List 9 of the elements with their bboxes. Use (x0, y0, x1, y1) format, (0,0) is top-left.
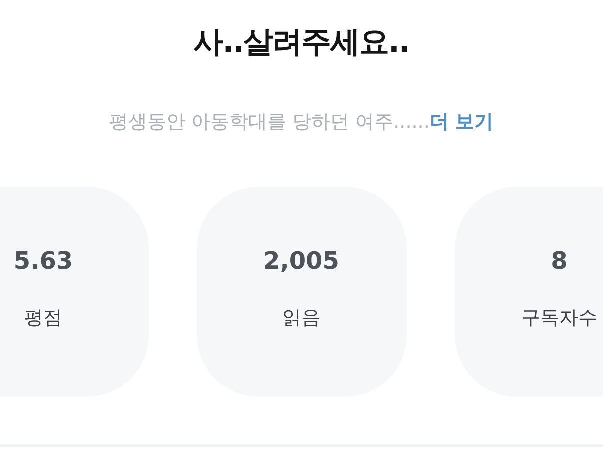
stat-value: 2,005 (264, 247, 340, 275)
stat-value: 5.63 (14, 247, 74, 275)
stat-label: 평점 (24, 306, 62, 331)
stat-value: 8 (551, 247, 568, 275)
synopsis-text: 평생동안 아동학대를 당하던 여주......더 보기 (110, 110, 494, 135)
more-link[interactable]: 더 보기 (430, 111, 494, 133)
stat-label: 읽음 (282, 306, 320, 331)
stat-label: 구독자수 (522, 306, 598, 331)
novel-title: 사..살려주세요.. (194, 24, 410, 62)
